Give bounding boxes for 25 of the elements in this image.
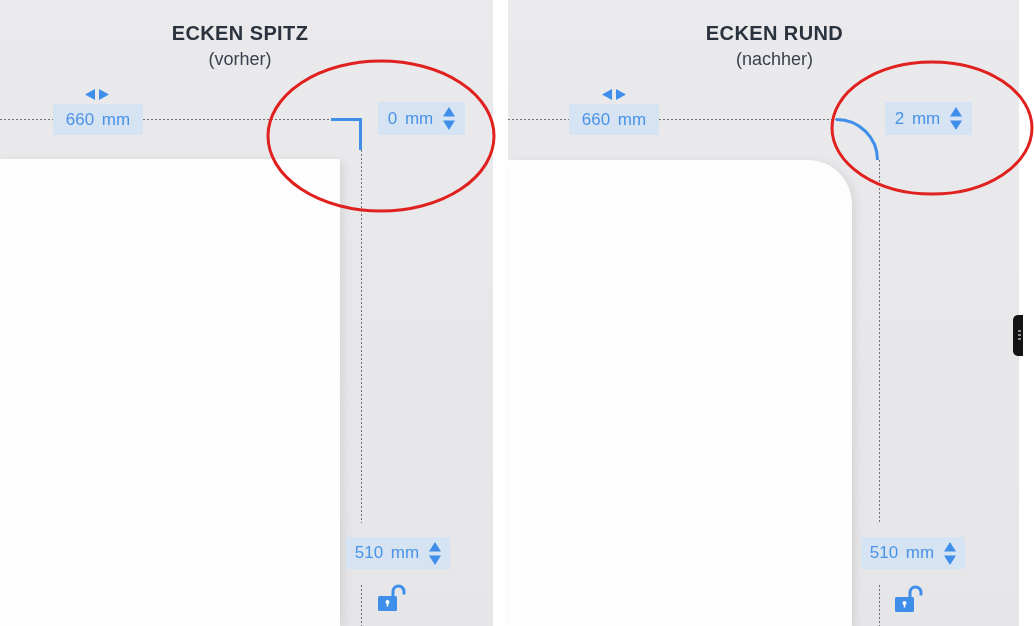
corner-radius-field[interactable]: 0 mm bbox=[378, 102, 465, 135]
stepper-icon[interactable] bbox=[443, 107, 456, 130]
panel-subtitle: (vorher) bbox=[208, 48, 272, 70]
stepper-icon[interactable] bbox=[429, 541, 442, 565]
panel-title: ECKEN SPITZ bbox=[171, 21, 309, 45]
open-lock-icon[interactable] bbox=[895, 585, 923, 612]
open-lock-icon[interactable] bbox=[378, 584, 406, 611]
stepper-icon[interactable] bbox=[950, 107, 963, 130]
width-field[interactable]: 660 mm bbox=[53, 104, 143, 135]
side-handle-icon[interactable] bbox=[1013, 315, 1023, 356]
dimension-line bbox=[879, 585, 880, 626]
panel-subtitle: (nachher) bbox=[735, 48, 813, 70]
panel-title: ECKEN RUND bbox=[705, 21, 844, 45]
stepper-icon[interactable] bbox=[944, 541, 957, 565]
dimension-line bbox=[0, 119, 53, 120]
height-field[interactable]: 510 mm bbox=[861, 537, 965, 569]
corner-arc-icon bbox=[836, 118, 879, 160]
dimension-line bbox=[361, 585, 362, 626]
dimension-line bbox=[508, 119, 569, 120]
left-right-arrows-icon[interactable] bbox=[602, 89, 626, 100]
width-field[interactable]: 660 mm bbox=[569, 104, 659, 135]
left-right-arrows-icon[interactable] bbox=[85, 89, 109, 100]
height-field[interactable]: 510 mm bbox=[346, 537, 450, 569]
corner-radius-field[interactable]: 2 mm bbox=[885, 102, 972, 135]
corner-angle-icon bbox=[331, 118, 362, 150]
